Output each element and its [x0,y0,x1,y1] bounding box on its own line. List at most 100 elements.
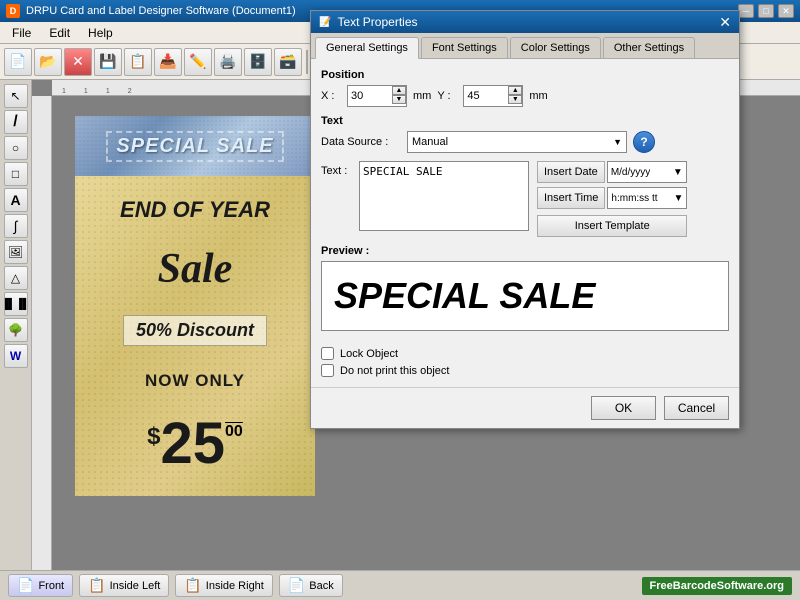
close-file-button[interactable]: ✕ [64,48,92,76]
dialog-footer: OK Cancel [311,387,739,428]
x-input[interactable]: 30 [348,86,392,106]
y-spinner[interactable]: ▲ ▼ [508,86,522,106]
tab-general-settings[interactable]: General Settings [315,37,419,59]
no-print-row: Do not print this object [321,364,729,377]
front-tab-icon: 📄 [17,577,34,594]
w-tool[interactable]: W [4,344,28,368]
insert-date-button[interactable]: Insert Date [537,161,605,183]
save-as-button[interactable]: 📋 [124,48,152,76]
label-top-strip: SPECIAL SALE [75,116,315,176]
tab-inside-right[interactable]: 📋 Inside Right [175,574,273,597]
x-label: X : [321,90,341,102]
label-discount-box: 50% Discount [123,315,267,346]
date-format-dropdown[interactable]: M/d/yyyy ▼ [607,161,687,183]
window-title: DRPU Card and Label Designer Software (D… [26,5,296,17]
dialog-icon: 📝 [319,17,331,28]
datasource-dropdown[interactable]: Manual ▼ [407,131,627,153]
rectangle-tool[interactable]: □ [4,162,28,186]
inside-left-tab-icon: 📋 [88,577,105,594]
tab-back[interactable]: 📄 Back [279,574,343,597]
cancel-button[interactable]: Cancel [664,396,729,420]
position-row: X : 30 ▲ ▼ mm Y : 45 ▲ ▼ mm [321,85,729,107]
line-tool[interactable]: / [4,110,28,134]
label-content: SPECIAL SALE END OF YEAR Sale 50% Discou… [75,116,315,496]
no-print-checkbox[interactable] [321,364,334,377]
back-tab-icon: 📄 [288,577,305,594]
insert-time-row: Insert Time h:mm:ss tt ▼ [537,187,687,209]
left-toolbar: ↖ / ○ □ A ∫ 🖼 △ ▐▌▐▌ 🌳 W [0,80,32,570]
database-button[interactable]: 🗄️ [244,48,272,76]
open-button[interactable]: 📂 [34,48,62,76]
tree-tool[interactable]: 🌳 [4,318,28,342]
select-tool[interactable]: ↖ [4,84,28,108]
window-controls[interactable]: ─ □ ✕ [738,4,794,18]
text-section-label: Text [321,115,729,127]
ellipse-tool[interactable]: ○ [4,136,28,160]
import-button[interactable]: 📥 [154,48,182,76]
label-canvas: SPECIAL SALE END OF YEAR Sale 50% Discou… [60,96,330,516]
bottom-bar: 📄 Front 📋 Inside Left 📋 Inside Right 📄 B… [0,570,800,600]
close-button[interactable]: ✕ [778,4,794,18]
text-tool[interactable]: A [4,188,28,212]
preview-box: SPECIAL SALE [321,261,729,331]
ok-button[interactable]: OK [591,396,656,420]
dialog-tabs: General Settings Font Settings Color Set… [311,33,739,59]
label-sale: Sale [158,248,233,290]
y-down[interactable]: ▼ [508,95,522,104]
curve-tool[interactable]: ∫ [4,214,28,238]
new-button[interactable]: 📄 [4,48,32,76]
insert-template-button[interactable]: Insert Template [537,215,687,237]
lock-object-checkbox[interactable] [321,347,334,360]
tab-inside-left[interactable]: 📋 Inside Left [79,574,169,597]
label-discount: 50% Discount [136,320,254,340]
label-now-only: NOW ONLY [145,371,245,391]
database2-button[interactable]: 🗃️ [274,48,302,76]
front-tab-label: Front [38,580,64,592]
tab-other-settings[interactable]: Other Settings [603,37,695,58]
app-icon: D [6,4,20,18]
barcode-tool[interactable]: ▐▌▐▌ [4,292,28,316]
y-input[interactable]: 45 [464,86,508,106]
dialog-close-button[interactable]: ✕ [719,14,731,31]
maximize-button[interactable]: □ [758,4,774,18]
preview-text: SPECIAL SALE [334,275,595,317]
tab-front[interactable]: 📄 Front [8,574,73,597]
save-button[interactable]: 💾 [94,48,122,76]
help-button[interactable]: ? [633,131,655,153]
image-tool[interactable]: 🖼 [4,240,28,264]
triangle-tool[interactable]: △ [4,266,28,290]
x-down[interactable]: ▼ [392,95,406,104]
y-input-group: 45 ▲ ▼ [463,85,523,107]
x-spinner[interactable]: ▲ ▼ [392,86,406,106]
menu-edit[interactable]: Edit [41,24,78,42]
ruler-vertical [32,96,52,570]
menu-help[interactable]: Help [80,24,121,42]
tab-font-settings[interactable]: Font Settings [421,37,508,58]
label-dollar: $ [147,423,160,451]
y-up[interactable]: ▲ [508,86,522,95]
print-button[interactable]: 🖨️ [214,48,242,76]
dialog-title-bar: 📝 Text Properties ✕ [311,11,739,33]
label-end-of-year: END OF YEAR [120,198,270,222]
preview-label: Preview : [321,245,729,257]
insert-time-button[interactable]: Insert Time [537,187,605,209]
label-body: END OF YEAR Sale 50% Discount NOW ONLY $… [75,176,315,496]
x-up[interactable]: ▲ [392,86,406,95]
minimize-button[interactable]: ─ [738,4,754,18]
datasource-arrow: ▼ [613,137,622,147]
position-section-label: Position [321,69,729,81]
dialog-content: Position X : 30 ▲ ▼ mm Y : 45 ▲ ▼ [311,59,739,341]
y-unit: mm [529,90,547,102]
text-field-label: Text : [321,165,351,237]
edit-button[interactable]: ✏️ [184,48,212,76]
time-format-dropdown[interactable]: h:mm:ss tt ▼ [607,187,687,209]
x-input-group: 30 ▲ ▼ [347,85,407,107]
preview-section: Preview : SPECIAL SALE [321,245,729,331]
menu-file[interactable]: File [4,24,39,42]
toolbar-separator [306,50,308,74]
datasource-row: Data Source : Manual ▼ ? [321,131,729,153]
text-textarea[interactable] [359,161,529,231]
tab-color-settings[interactable]: Color Settings [510,37,601,58]
text-properties-dialog: 📝 Text Properties ✕ General Settings Fon… [310,10,740,429]
label-price-cents: 00 [225,423,243,441]
